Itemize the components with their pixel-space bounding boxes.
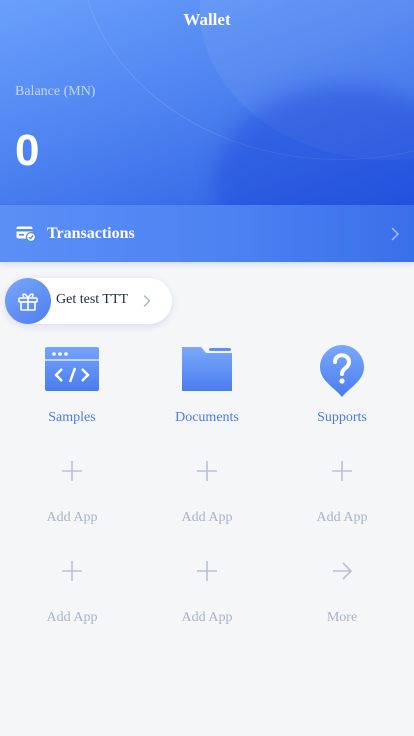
- chevron-right-icon: [143, 295, 151, 307]
- add-app-button[interactable]: Add App: [147, 443, 267, 533]
- add-app-button[interactable]: Add App: [147, 543, 267, 633]
- app-documents[interactable]: Documents: [147, 343, 267, 433]
- app-label: Documents: [175, 410, 239, 425]
- add-app-button[interactable]: Add App: [12, 543, 132, 633]
- plus-icon: [62, 561, 82, 581]
- gift-badge: [5, 278, 51, 324]
- get-test-ttt-label: Get test TTT: [56, 292, 129, 307]
- more-apps-button[interactable]: More: [282, 543, 402, 633]
- add-app-button[interactable]: Add App: [282, 443, 402, 533]
- app-supports[interactable]: Supports: [282, 343, 402, 433]
- plus-icon: [332, 461, 352, 481]
- app-label: Add App: [316, 510, 368, 525]
- app-label: Samples: [48, 410, 96, 425]
- gift-icon: [18, 293, 38, 311]
- plus-icon: [62, 461, 82, 481]
- app-label: Add App: [181, 510, 233, 525]
- app-label: Supports: [317, 410, 367, 425]
- plus-icon: [197, 461, 217, 481]
- wallet-card-icon: [16, 226, 36, 242]
- question-bubble-icon: [320, 345, 364, 397]
- plus-icon: [197, 561, 217, 581]
- folder-icon: [182, 347, 232, 391]
- app-label: Add App: [46, 510, 98, 525]
- app-label: Add App: [46, 610, 98, 625]
- balance-label: Balance (MN): [15, 84, 96, 99]
- wallet-header: Wallet Balance (MN) 0: [0, 0, 414, 205]
- balance-value: 0: [15, 126, 40, 175]
- transactions-button[interactable]: Transactions: [0, 205, 414, 262]
- get-test-ttt-button[interactable]: Get test TTT: [5, 278, 172, 324]
- app-label: Add App: [181, 610, 233, 625]
- app-label: More: [326, 610, 358, 625]
- add-app-button[interactable]: Add App: [12, 443, 132, 533]
- page-title: Wallet: [183, 10, 231, 29]
- transactions-label: Transactions: [47, 225, 135, 242]
- chevron-right-icon: [391, 227, 399, 241]
- code-window-icon: [45, 347, 99, 391]
- app-samples[interactable]: Samples: [12, 343, 132, 433]
- arrow-right-icon: [333, 562, 353, 580]
